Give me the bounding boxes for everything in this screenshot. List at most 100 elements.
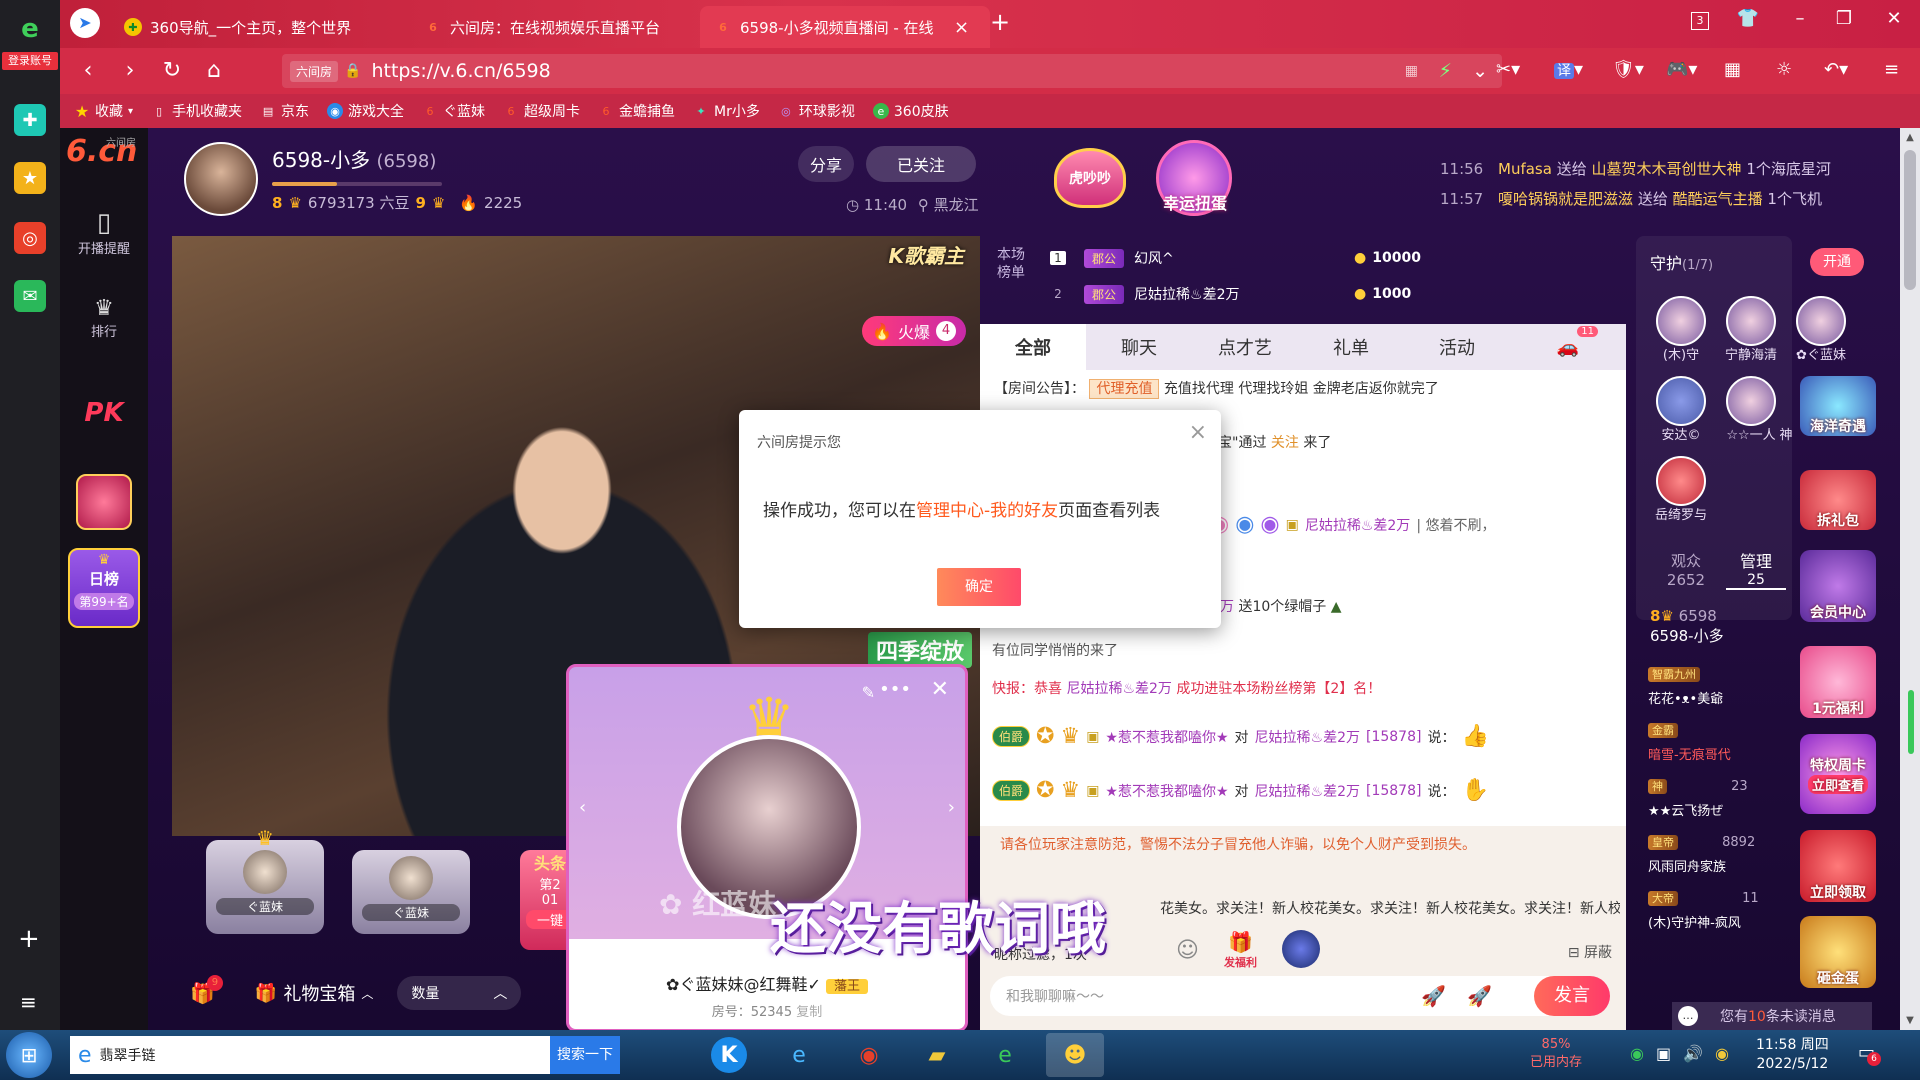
translate-icon[interactable]: 译 ▾ (1554, 59, 1583, 80)
chat-target[interactable]: 尼姑拉稀♨差2万 (1255, 727, 1360, 747)
follow-button[interactable]: 已关注 (866, 146, 976, 182)
rocket-icon[interactable]: 🚀 (1421, 984, 1446, 1008)
chat-username[interactable]: ★惹不惹我都嗑你★ (1105, 727, 1228, 747)
guard-avatar[interactable] (1726, 376, 1776, 426)
url-text[interactable]: https://v.6.cn/6598 (371, 60, 550, 82)
guard-avatar[interactable] (1656, 296, 1706, 346)
guard-avatar[interactable] (1726, 296, 1776, 346)
notification-button[interactable]: ▭ 6 (1858, 1042, 1882, 1066)
scroll-thumb[interactable] (1904, 150, 1916, 290)
tab-6cn-home[interactable]: 6 六间房：在线视频娱乐直播平台 (410, 6, 700, 48)
new-tab-button[interactable]: + (990, 8, 1010, 36)
promo-golden-egg[interactable]: 砸金蛋 (1800, 916, 1876, 988)
tab-counter-button[interactable]: 3 (1686, 8, 1714, 30)
page-scrollbar[interactable]: ▲ ▼ (1900, 128, 1920, 1030)
volume-icon[interactable]: 🔊 (1683, 1044, 1703, 1063)
bookmark-games[interactable]: ◉ 游戏大全 (327, 101, 404, 121)
unread-bar[interactable]: … 您有10条未读消息 (1672, 1002, 1872, 1030)
emoji-icon[interactable]: ☺ (1176, 938, 1199, 963)
tab-360-nav[interactable]: ✚ 360导航_一个主页，整个世界 (110, 6, 410, 48)
brightness-icon[interactable]: ☼ (1776, 59, 1792, 80)
follow-link[interactable]: 关注 (1271, 435, 1299, 451)
undo-icon[interactable]: ↶▾ (1824, 59, 1848, 80)
bookmark-jd[interactable]: ▤ 京东 (260, 101, 309, 121)
close-tab-icon[interactable]: × (954, 17, 969, 38)
menu-list-icon[interactable]: ≡ (20, 990, 37, 1014)
season-tag[interactable]: 四季绽放 (867, 632, 972, 668)
active-app-icon[interactable]: ☻ (1046, 1033, 1104, 1077)
ticker-sender[interactable]: Mufasa (1498, 160, 1552, 178)
login-button[interactable]: 登录账号 (2, 52, 58, 70)
ticker-receiver[interactable]: 山墓贺木木哥创世大神 (1592, 160, 1742, 178)
start-button[interactable]: ⊞ (6, 1032, 52, 1078)
card-edit-icon[interactable]: ✎ (862, 683, 875, 702)
taskbar-search[interactable]: e 翡翠手链 搜索一下 (70, 1036, 620, 1074)
guard-avatar[interactable] (1796, 296, 1846, 346)
promo-one-yuan[interactable]: 1元福利 (1800, 646, 1876, 718)
carousel-prev-icon[interactable]: ‹ (579, 797, 586, 818)
bookmark-fishing[interactable]: 6 金蟾捕鱼 (598, 101, 676, 121)
qr-icon[interactable]: ▦ (1405, 63, 1418, 79)
nav-live-reminder[interactable]: ▯ 开播提醒 (60, 208, 148, 257)
guard-open-button[interactable]: 开通 (1810, 248, 1864, 276)
guard-avatar[interactable] (1656, 456, 1706, 506)
tab-activity[interactable]: 活动 (1404, 324, 1510, 370)
chat-username[interactable]: 尼姑拉稀♨差2万 (1305, 515, 1410, 535)
carousel-next-icon[interactable]: › (948, 797, 955, 818)
manage-tab[interactable]: 管理 25 (1726, 548, 1786, 590)
mute-button[interactable]: ⊟ 屏蔽 (1568, 942, 1612, 962)
chevron-down-icon[interactable]: ⌄ (1472, 60, 1488, 82)
tab-car[interactable]: 🚗 11 (1510, 324, 1626, 370)
ticker-receiver[interactable]: 酷酷运气主播 (1673, 190, 1763, 208)
flash-name[interactable]: 尼姑拉稀♨差2万 (1066, 681, 1171, 697)
shield-icon[interactable]: 🛡▾ (1612, 59, 1644, 80)
back-icon[interactable]: ‹ (74, 58, 102, 83)
shirt-skin-icon[interactable]: 👕 (1734, 8, 1762, 29)
tray-icons[interactable]: ◉ ▣ 🔊 ◉ (1630, 1044, 1729, 1063)
gift-bag-icon[interactable]: 🎁 9 (190, 975, 223, 1005)
card-more-icon[interactable]: ••• (879, 679, 911, 700)
ie-browser-icon[interactable]: e (770, 1033, 828, 1077)
tab-gift-list[interactable]: 礼单 (1298, 324, 1404, 370)
bookmark-lanmei[interactable]: 6 ぐ蓝妹 (422, 101, 486, 121)
restore-icon[interactable]: ❐ (1830, 8, 1858, 29)
tab-talent[interactable]: 点才艺 (1192, 324, 1298, 370)
tab-current-stream[interactable]: 6 6598-小多视频直播间 - 在线 × (700, 6, 990, 48)
clock[interactable]: 11:58 周四 2022/5/12 (1756, 1036, 1829, 1074)
browser-logo-icon[interactable]: e (10, 14, 50, 44)
minimize-icon[interactable]: – (1786, 8, 1814, 29)
huchaochao-badge[interactable]: 虎吵吵 (1054, 148, 1126, 208)
scroll-down-icon[interactable]: ▼ (1900, 1015, 1920, 1026)
chat-input[interactable]: 和我聊聊嘛～～ 🚀 🚀 发言 (990, 976, 1610, 1016)
site-logo[interactable]: 6.cn 六间房 (66, 134, 146, 184)
address-bar[interactable]: 六间房 🔒 https://v.6.cn/6598 ▦ ⚡ ⌄ (282, 54, 1502, 88)
ok-button[interactable]: 确定 (937, 568, 1021, 606)
chat-target[interactable]: 尼姑拉稀♨差2万 (1255, 781, 1360, 801)
promo-cta[interactable]: 立即查看 (1807, 774, 1868, 794)
guard-avatar[interactable] (1656, 376, 1706, 426)
member-row[interactable]: 大帝 11 (木)守护神-疯风 (1648, 890, 1800, 946)
mail-icon[interactable]: ✉ (14, 280, 46, 312)
forward-icon[interactable]: › (116, 58, 144, 83)
bookmark-weekcard[interactable]: 6 超级周卡 (503, 101, 581, 121)
home-icon[interactable]: ⌂ (200, 58, 228, 83)
security-tray-icon[interactable]: ◉ (1715, 1044, 1729, 1063)
memory-indicator[interactable]: 85% 已用内存 (1530, 1036, 1582, 1072)
hot-badge[interactable]: 🔥 火爆 4 (862, 316, 966, 346)
member-row[interactable]: 皇帝 8892 风雨同舟家族 (1648, 834, 1800, 890)
bot-avatar-icon[interactable] (1282, 930, 1320, 968)
reload-icon[interactable]: ↻ (158, 58, 186, 83)
gift-box-button[interactable]: 🎁 礼物宝箱 ︿ (255, 980, 373, 1006)
promo-member-center[interactable]: 会员中心 (1800, 550, 1876, 622)
seat-1[interactable]: ♛ ぐ蓝妹 (206, 826, 324, 934)
rank-row-1[interactable]: 1 郡公 幻风^ ● 10000 (1050, 240, 1626, 276)
compass-icon[interactable]: ➤ (70, 8, 100, 38)
360-tray-icon[interactable]: ◉ (1630, 1044, 1644, 1063)
dialog-link[interactable]: 管理中心-我的好友 (916, 501, 1058, 521)
dialog-close-icon[interactable]: × (1189, 420, 1207, 445)
grid-apps-icon[interactable]: ▦ (1724, 59, 1741, 80)
member-row[interactable]: 神 23 ★★云飞扬ぜ (1648, 778, 1800, 834)
app-store-icon[interactable]: ✚ (14, 104, 46, 136)
promo-weekly-card[interactable]: 特权周卡 立即查看 (1800, 734, 1876, 814)
close-window-icon[interactable]: ✕ (1880, 8, 1908, 29)
